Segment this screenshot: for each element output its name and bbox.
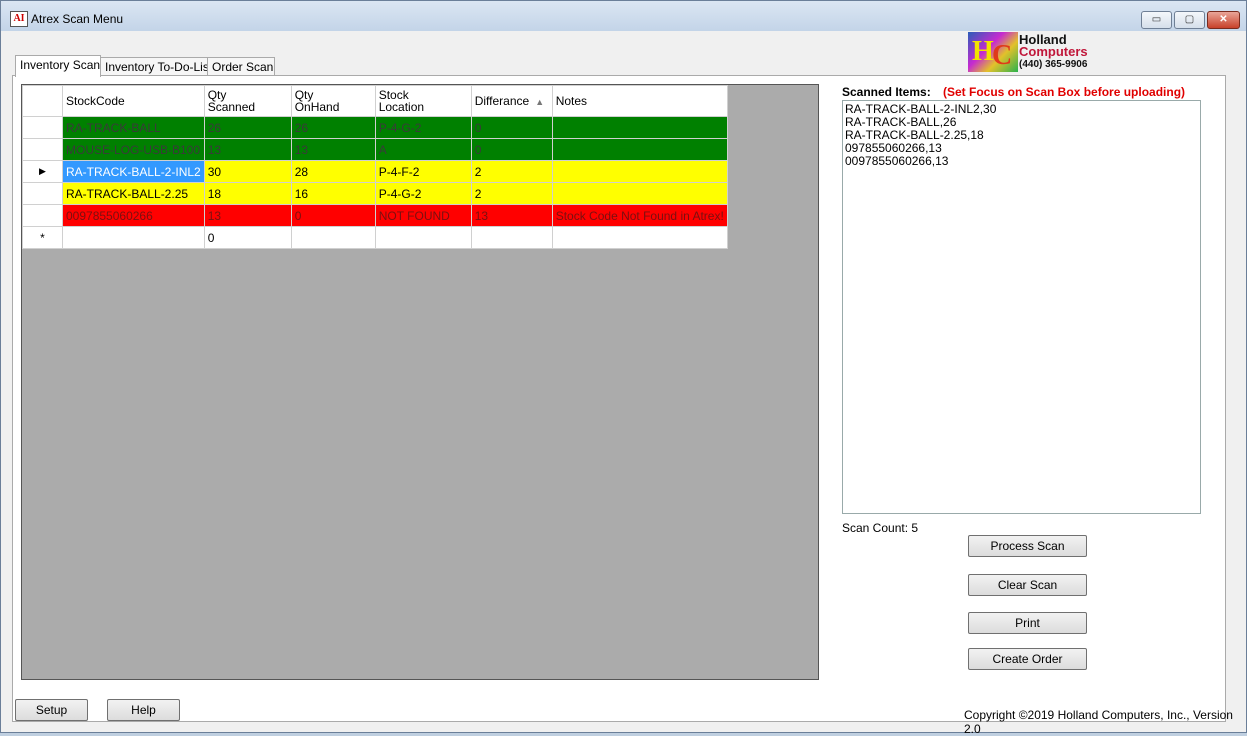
row-header[interactable] [22,138,63,161]
table-cell[interactable]: 18 [203,182,292,205]
table-row[interactable]: ▶ RA-TRACK-BALL-2-INL2 30 28 P-4-F-2 2 [22,160,728,183]
table-cell[interactable] [551,226,728,249]
scan-count: Scan Count: 5 [842,521,919,535]
table-cell[interactable]: 13 [290,138,376,161]
table-cell[interactable] [470,226,553,249]
table-cell[interactable]: 13 [203,138,292,161]
table-cell[interactable]: 2 [470,182,553,205]
table-cell[interactable]: RA-TRACK-BALL-2.25 [62,182,205,205]
table-row[interactable]: 0097855060266 13 0 NOT FOUND 13 Stock Code No… [22,204,728,227]
table-cell[interactable]: 26 [203,116,292,139]
row-header[interactable] [22,182,63,205]
table-cell[interactable]: 0 [470,116,553,139]
table-cell[interactable]: RA-TRACK-BALL [62,116,205,139]
create-order-button[interactable]: Create Order [968,648,1087,670]
maximize-button[interactable]: ▢ [1174,11,1205,29]
table-cell[interactable]: RA-TRACK-BALL-2-INL2 [62,160,205,183]
company-logo: H C Holland Computers (440) 365-9906 [968,32,1096,72]
table-cell[interactable] [551,138,728,161]
table-cell[interactable] [374,226,472,249]
table-cell[interactable]: 13 [470,204,553,227]
process-scan-button[interactable]: Process Scan [968,535,1087,557]
window-title: Atrex Scan Menu [31,12,124,26]
scan-line: 0097855060266,13 [845,154,949,168]
minimize-button[interactable]: ▭ [1141,11,1172,29]
inventory-scan-page: StockCode Qty Scanned Qty OnHand Stock Loca… [12,75,1226,722]
copyright-text: Copyright ©2019 Holland Computers, Inc.,… [964,708,1233,736]
table-cell[interactable]: 13 [203,204,292,227]
table-cell[interactable]: 26 [290,116,376,139]
print-button[interactable]: Print [968,612,1087,634]
company-logo-icon: H C [968,32,1018,72]
column-header-stock-location[interactable]: Stock Location [374,85,472,117]
table-cell[interactable]: 0097855060266 [62,204,205,227]
table-cell[interactable]: A [374,138,472,161]
table-cell[interactable]: 16 [290,182,376,205]
column-header-qty-onhand[interactable]: Qty OnHand [290,85,376,117]
table-cell[interactable]: P-4-F-2 [374,160,472,183]
column-header-qty-scanned[interactable]: Qty Scanned [203,85,292,117]
table-cell[interactable]: P-4-G-2 [374,182,472,205]
row-header[interactable]: * [22,226,63,249]
table-cell[interactable] [551,160,728,183]
scan-textbox[interactable]: RA-TRACK-BALL-2-INL2,30 RA-TRACK-BALL,26… [842,100,1201,514]
table-row[interactable]: RA-TRACK-BALL 26 26 P-4-G-2 0 [22,116,728,139]
tab-inventory-to-do-list[interactable]: Inventory To-Do-List [100,57,212,77]
table-cell[interactable] [62,226,205,249]
row-header-corner [22,85,63,117]
table-row[interactable]: MOUSE-LOG-USB-B100 13 13 A 0 [22,138,728,161]
logo-name-line2: Computers [1019,44,1088,59]
inventory-grid[interactable]: StockCode Qty Scanned Qty OnHand Stock Loca… [21,84,819,680]
logo-phone: (440) 365-9906 [1019,59,1088,70]
table-cell[interactable]: 30 [203,160,292,183]
client-area: H C Holland Computers (440) 365-9906 Inv… [6,32,1241,736]
column-header-stockcode[interactable]: StockCode [62,85,205,117]
help-button[interactable]: Help [107,699,180,721]
app-window: AI Atrex Scan Menu ▭ ▢ ✕ H C Holland Com… [0,0,1247,736]
table-cell[interactable]: 0 [290,204,376,227]
table-cell[interactable]: 28 [290,160,376,183]
tab-order-scan[interactable]: Order Scan [207,57,275,77]
table-cell[interactable]: P-4-G-2 [374,116,472,139]
row-header[interactable] [22,116,63,139]
table-cell[interactable]: MOUSE-LOG-USB-B100 [62,138,205,161]
row-header[interactable] [22,204,63,227]
sort-ascending-icon: ▲ [535,96,545,107]
column-header-differance[interactable]: Differance ▲ [470,85,553,117]
table-cell[interactable]: 0 [203,226,292,249]
table-cell[interactable]: NOT FOUND [374,204,472,227]
scan-focus-warning: (Set Focus on Scan Box before uploading) [943,85,1186,99]
row-header[interactable]: ▶ [22,160,63,183]
table-cell[interactable]: 2 [470,160,553,183]
app-logo-icon: AI [10,11,28,27]
tab-inventory-scan[interactable]: Inventory Scan [15,55,101,77]
title-bar[interactable]: AI Atrex Scan Menu ▭ ▢ ✕ [1,1,1246,31]
table-cell[interactable] [551,182,728,205]
scanned-items-label: Scanned Items: [842,85,931,99]
grid-header-row: StockCode Qty Scanned Qty OnHand Stock Loca… [22,85,728,117]
table-row[interactable]: * 0 [22,226,728,249]
clear-scan-button[interactable]: Clear Scan [968,574,1087,596]
setup-button[interactable]: Setup [15,699,88,721]
column-header-notes[interactable]: Notes [551,85,728,117]
table-row[interactable]: RA-TRACK-BALL-2.25 18 16 P-4-G-2 2 [22,182,728,205]
close-button[interactable]: ✕ [1207,11,1240,29]
table-cell[interactable]: Stock Code Not Found in Atrex! [551,204,728,227]
table-cell[interactable]: 0 [470,138,553,161]
table-cell[interactable] [290,226,376,249]
table-cell[interactable] [551,116,728,139]
